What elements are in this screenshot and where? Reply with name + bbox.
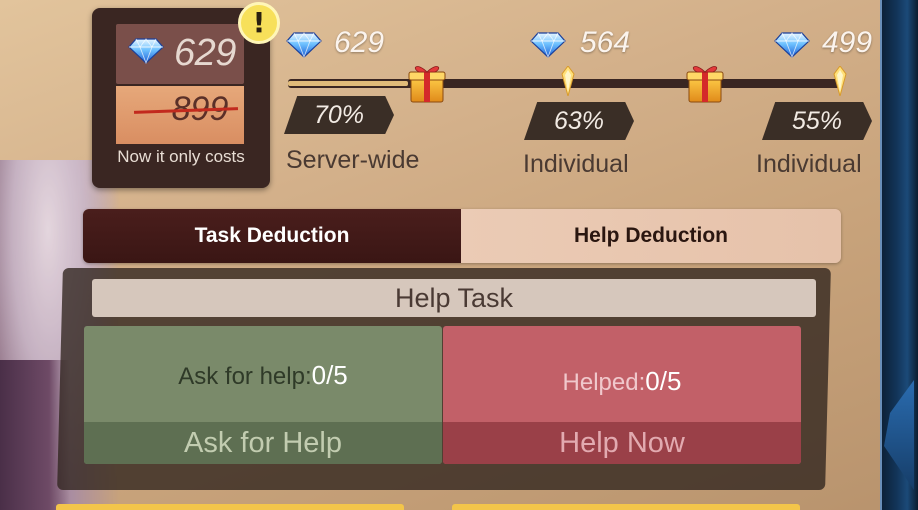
- price-note: Now it only costs: [117, 147, 245, 166]
- discount-percent-tag: 55%: [762, 102, 872, 140]
- gift-box-icon[interactable]: [405, 60, 449, 104]
- discount-percent-tag: 70%: [284, 96, 394, 134]
- right-frame-border: [880, 0, 918, 510]
- help-now-button[interactable]: Help Now: [443, 422, 801, 464]
- deduction-tabs: Task Deduction Help Deduction: [83, 209, 841, 263]
- milestone-price: 499: [822, 26, 873, 59]
- milestone-marker-icon: [832, 66, 848, 96]
- ask-for-help-card: Ask for help: 0/5 Ask for Help: [84, 326, 442, 464]
- current-price: 629: [174, 32, 236, 74]
- help-task-title: Help Task: [92, 279, 816, 317]
- progress-fill: [288, 81, 408, 86]
- gift-box-icon[interactable]: [683, 60, 727, 104]
- milestone-price: 629: [334, 26, 385, 59]
- milestone-label: Server-wide: [286, 146, 420, 174]
- ask-for-help-count: 0/5: [311, 360, 348, 390]
- ask-for-help-status: Ask for help: 0/5: [84, 360, 442, 391]
- frame-ornament: [884, 380, 914, 490]
- helped-count: 0/5: [645, 366, 682, 396]
- milestone-price: 564: [580, 26, 631, 59]
- diamond-icon: [774, 32, 810, 58]
- help-now-card: Helped: 0/5 Help Now: [443, 326, 801, 464]
- diamond-icon: [128, 38, 164, 64]
- diamond-icon: [286, 32, 322, 58]
- milestone-marker-icon: [560, 66, 576, 96]
- exclamation-icon[interactable]: !: [238, 2, 280, 44]
- bottom-button-edge: [56, 504, 404, 510]
- helped-label: Helped:: [562, 369, 646, 396]
- tab-task-deduction[interactable]: Task Deduction: [83, 209, 461, 263]
- helped-status: Helped: 0/5: [443, 366, 801, 397]
- tab-help-deduction[interactable]: Help Deduction: [461, 209, 841, 263]
- ask-for-help-label: Ask for help:: [178, 363, 312, 390]
- diamond-icon: [530, 32, 566, 58]
- discount-percent-tag: 63%: [524, 102, 634, 140]
- milestone-label: Individual: [756, 150, 862, 178]
- milestone-label: Individual: [523, 150, 629, 178]
- bottom-button-edge: [452, 504, 800, 510]
- ask-for-help-button[interactable]: Ask for Help: [84, 422, 442, 464]
